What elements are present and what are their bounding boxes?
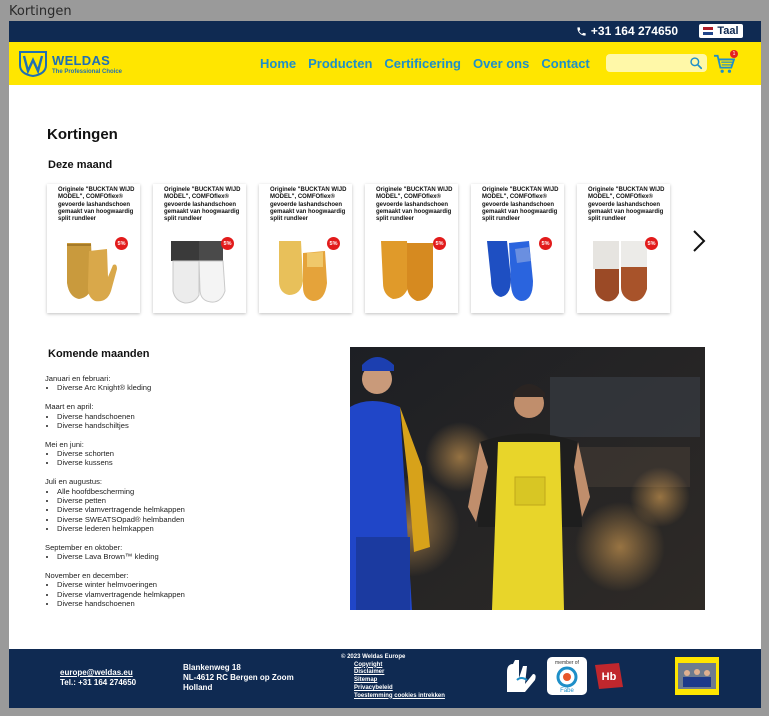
month-item: Diverse lederen helmkappen (57, 524, 185, 533)
brand-tagline: The Professional Choice (52, 68, 123, 75)
phone-number: +31 164 274650 (590, 24, 678, 38)
nav-over-ons[interactable]: Over ons (473, 56, 529, 71)
discount-badge: 5% (115, 237, 128, 250)
phone-link[interactable]: +31 164 274650 (576, 24, 678, 38)
footer-address: Blankenweg 18 NL-4612 RC Bergen op Zoom … (183, 663, 294, 693)
search-input[interactable] (610, 55, 694, 74)
month-group: Juli en augustus: Alle hoofdbeschermingD… (45, 477, 185, 533)
discount-badge: 5% (327, 237, 340, 250)
footer-link-disclaimer[interactable]: Disclaimer (354, 669, 445, 677)
month-item: Diverse vlamvertragende helmkappen (57, 590, 185, 599)
brand-name: WELDAS (52, 52, 111, 68)
month-item: Diverse handschiltjes (57, 421, 185, 430)
search-box (606, 54, 707, 74)
member-of-logo: member of Fabe (547, 657, 587, 695)
product-card[interactable]: Originele "BUCKTAN WIJD MODEL", COMFOfle… (153, 184, 246, 313)
phone-icon (577, 26, 586, 36)
month-group: Maart en april: Diverse handschoenenDive… (45, 402, 185, 430)
web-page: +31 164 274650 Taal WELDAS The Professio… (9, 21, 761, 708)
partner-logos: member of Fabe Hb (503, 657, 719, 695)
top-bar: +31 164 274650 Taal (9, 21, 761, 42)
product-card[interactable]: Originele "BUCKTAN WIJD MODEL", COMFOfle… (577, 184, 670, 313)
product-title: Originele "BUCKTAN WIJD MODEL", COMFOfle… (376, 187, 453, 223)
month-period: November en december: (45, 570, 129, 580)
upcoming-months-list: Januari en februari: Diverse Arc Knight®… (45, 374, 185, 618)
footer-link-cookies[interactable]: Toestemming cookies intrekken (354, 693, 445, 701)
product-title: Originele "BUCKTAN WIJD MODEL", COMFOfle… (482, 187, 559, 223)
address-line: Holland (183, 683, 213, 692)
month-group: Januari en februari: Diverse Arc Knight®… (45, 374, 185, 393)
product-card[interactable]: Originele "BUCKTAN WIJD MODEL", COMFOfle… (47, 184, 140, 313)
page-title: Kortingen (47, 126, 118, 143)
product-title: Originele "BUCKTAN WIJD MODEL", COMFOfle… (270, 187, 347, 223)
cart-count-badge: 1 (730, 50, 738, 58)
carousel-next-arrow-icon[interactable] (691, 229, 707, 253)
address-line: Blankenweg 18 (183, 663, 241, 672)
month-group: Mei en juni: Diverse schortenDiverse kus… (45, 440, 185, 468)
month-period: Mei en juni: (45, 439, 84, 449)
month-item: Diverse handschoenen (57, 412, 185, 421)
discount-badge: 5% (645, 237, 658, 250)
footer-link-sitemap[interactable]: Sitemap (354, 677, 445, 685)
month-period: Januari en februari: (45, 374, 111, 383)
language-button[interactable]: Taal (699, 24, 743, 38)
month-item: Alle hoofdbescherming (57, 487, 185, 496)
footer-link-privacy[interactable]: Privacybeleid (354, 685, 445, 693)
month-item: Diverse schorten (57, 449, 185, 458)
search-icon[interactable] (689, 56, 703, 70)
month-item: Diverse SWEATSOpad® helmbanden (57, 515, 185, 524)
month-group: November en december: Diverse winter hel… (45, 571, 185, 609)
weldas-logo[interactable]: WELDAS The Professional Choice (19, 51, 122, 77)
main-nav: Home Producten Certificering Over ons Co… (260, 56, 590, 71)
hb-logo: Hb (595, 663, 623, 689)
product-card[interactable]: Originele "BUCKTAN WIJD MODEL", COMFOfle… (365, 184, 458, 313)
nav-home[interactable]: Home (260, 56, 296, 71)
month-item: Diverse kussens (57, 458, 185, 467)
product-card[interactable]: Originele "BUCKTAN WIJD MODEL", COMFOfle… (471, 184, 564, 313)
footer-email-link[interactable]: europe@weldas.eu (60, 668, 133, 677)
nav-certificering[interactable]: Certificering (384, 56, 461, 71)
footer-links: © 2023 Weldas Europe Copyright Disclaime… (341, 654, 445, 700)
svg-text:Hb: Hb (602, 671, 617, 683)
month-period: September en oktober: (45, 542, 123, 552)
month-item: Diverse vlamvertragende helmkappen (57, 505, 185, 514)
discount-badge: 5% (221, 237, 234, 250)
product-title: Originele "BUCKTAN WIJD MODEL", COMFOfle… (164, 187, 241, 223)
month-item: Diverse Arc Knight® kleding (57, 383, 185, 392)
product-card[interactable]: Originele "BUCKTAN WIJD MODEL", COMFOfle… (259, 184, 352, 313)
upcoming-heading: Komende maanden (48, 348, 150, 360)
product-title: Originele "BUCKTAN WIJD MODEL", COMFOfle… (588, 187, 665, 223)
dutch-flag-icon (703, 27, 714, 36)
month-item: Diverse petten (57, 496, 185, 505)
month-item: Diverse handschoenen (57, 599, 185, 608)
welders-hero-image (350, 347, 705, 610)
this-month-heading: Deze maand (48, 159, 113, 171)
language-label: Taal (717, 25, 739, 37)
month-period: Maart en april: (45, 402, 94, 412)
address-line: NL-4612 RC Bergen op Zoom (183, 673, 294, 682)
discount-badge: 5% (433, 237, 446, 250)
footer: europe@weldas.eu Tel.: +31 164 274650 Bl… (9, 649, 761, 708)
cart-button[interactable]: 1 (713, 50, 738, 74)
footer-copyright: © 2023 Weldas Europe (341, 654, 406, 660)
team-photo-badge (675, 657, 719, 695)
month-item: Diverse winter helmvoeringen (57, 580, 185, 589)
nav-contact[interactable]: Contact (541, 56, 589, 71)
weldas-logo-mark (19, 51, 47, 77)
gloves-pictogram-icon (507, 660, 536, 692)
footer-link-copyright[interactable]: Copyright (354, 662, 445, 670)
nav-producten[interactable]: Producten (308, 56, 372, 71)
product-carousel: Originele "BUCKTAN WIJD MODEL", COMFOfle… (47, 184, 670, 313)
month-item: Diverse Lava Brown™ kleding (57, 552, 185, 561)
main-navbar: WELDAS The Professional Choice Home Prod… (9, 42, 761, 85)
product-title: Originele "BUCKTAN WIJD MODEL", COMFOfle… (58, 187, 135, 223)
month-group: September en oktober: Diverse Lava Brown… (45, 543, 185, 562)
discount-badge: 5% (539, 237, 552, 250)
svg-text:Fabe: Fabe (560, 688, 574, 694)
footer-phone: Tel.: +31 164 274650 (60, 678, 137, 687)
window-title: Kortingen (9, 4, 72, 19)
svg-text:member of: member of (555, 660, 580, 666)
month-period: Juli en augustus: (45, 477, 102, 487)
